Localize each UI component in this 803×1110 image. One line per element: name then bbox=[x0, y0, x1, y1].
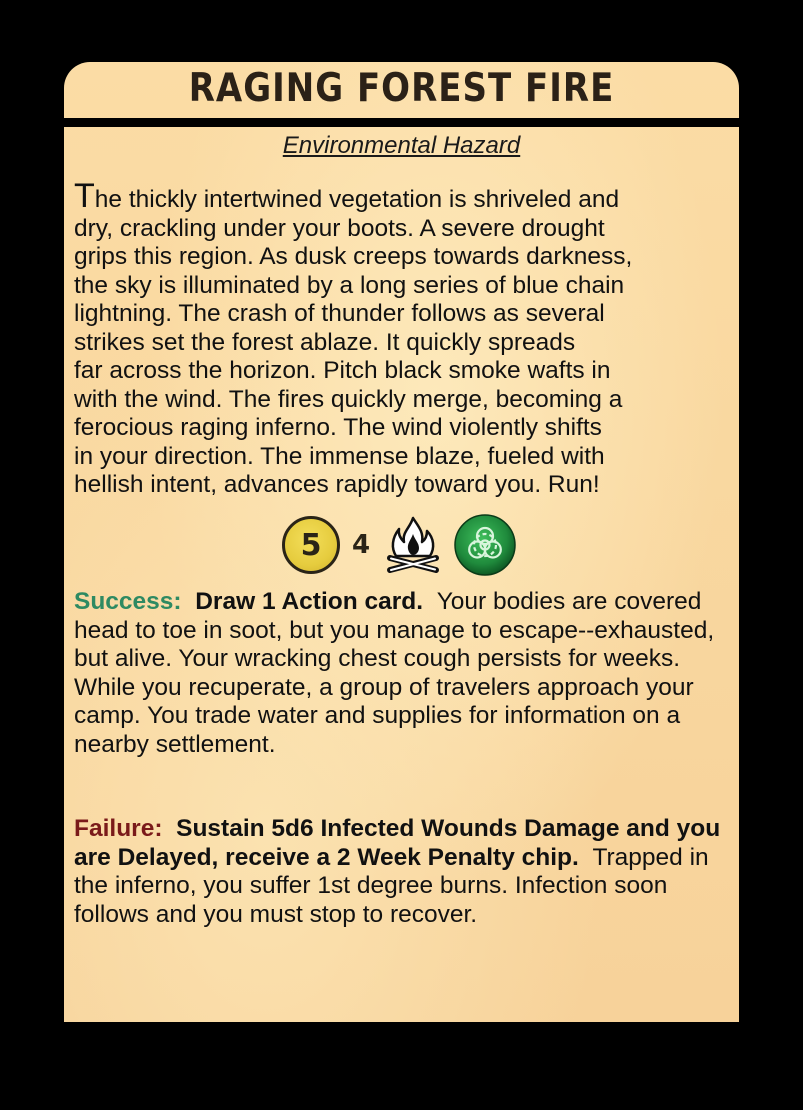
success-effect: Draw 1 Action card. bbox=[195, 588, 424, 615]
dice-count: 4 bbox=[351, 530, 371, 560]
flavor-dropcap: T bbox=[74, 177, 95, 215]
difficulty-token: 5 bbox=[282, 516, 340, 574]
flavor-text: The thickly intertwined vegetation is sh… bbox=[74, 179, 724, 500]
test-icons: 5 4 bbox=[282, 514, 516, 576]
event-card: RAGING FOREST FIRE Environmental Hazard … bbox=[64, 62, 739, 1022]
biohazard-icon bbox=[454, 514, 516, 576]
card-title: RAGING FOREST FIRE bbox=[188, 65, 615, 112]
title-divider bbox=[64, 118, 739, 127]
success-section: Success: Draw 1 Action card. Your bodies… bbox=[74, 588, 724, 759]
failure-section: Failure: Sustain 5d6 Infected Wounds Dam… bbox=[74, 815, 724, 929]
failure-label: Failure: bbox=[74, 815, 163, 842]
success-label: Success: bbox=[74, 588, 182, 615]
card-type: Environmental Hazard bbox=[282, 132, 521, 159]
title-bar: RAGING FOREST FIRE bbox=[64, 62, 739, 118]
campfire-icon bbox=[387, 516, 439, 573]
flavor-body: he thickly intertwined vegetation is shr… bbox=[74, 186, 633, 498]
